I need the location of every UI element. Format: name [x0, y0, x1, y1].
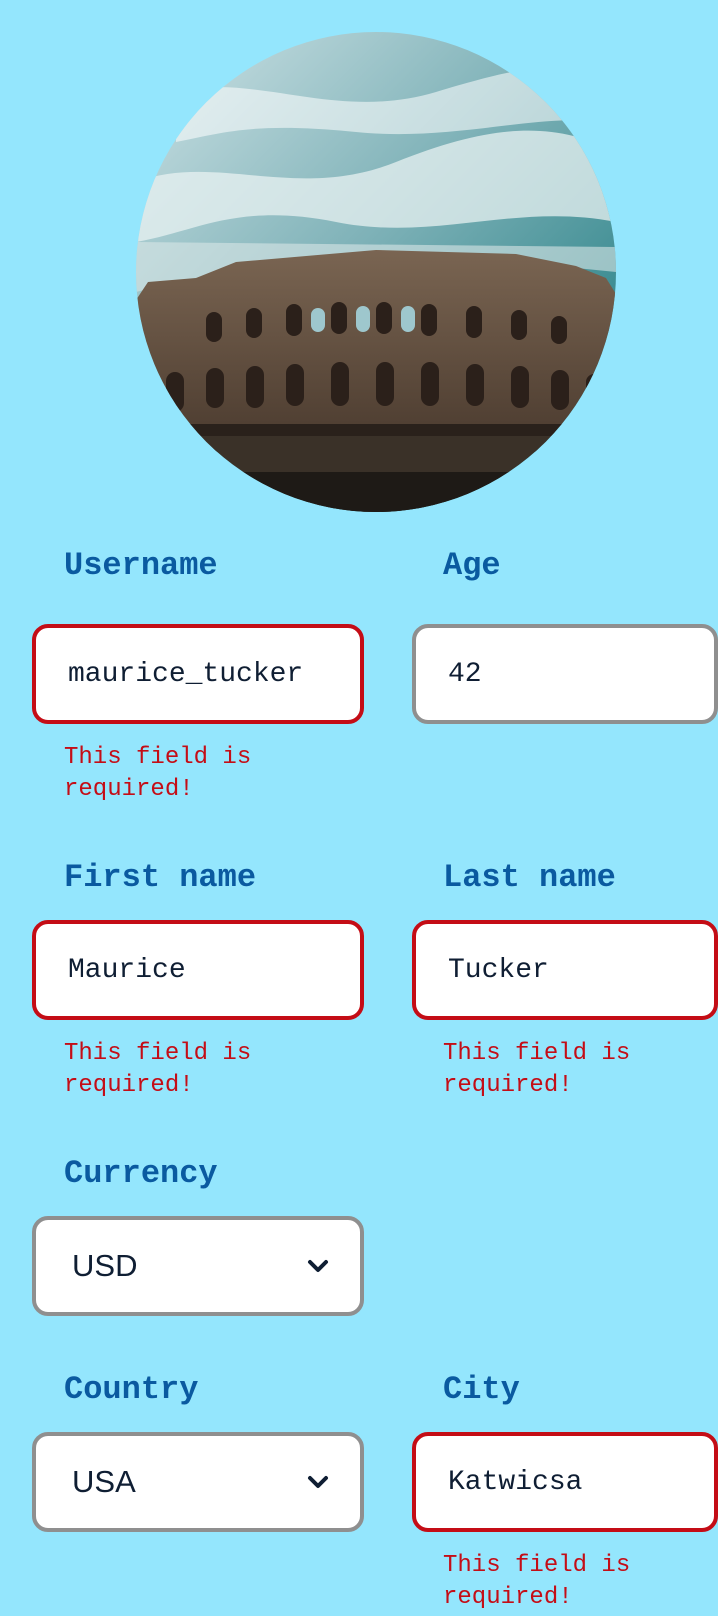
- username-input[interactable]: maurice_tucker: [32, 624, 364, 724]
- first-name-value: Maurice: [68, 954, 186, 986]
- country-value: USA: [72, 1464, 136, 1499]
- city-error: This field is required!: [443, 1552, 631, 1611]
- country-select[interactable]: USA: [32, 1432, 364, 1532]
- country-label: Country: [64, 1371, 199, 1408]
- first-name-error: This field is required!: [64, 1040, 252, 1099]
- last-name-label: Last name: [443, 859, 616, 896]
- avatar: [136, 32, 616, 512]
- currency-select[interactable]: USD: [32, 1216, 364, 1316]
- first-name-label: First name: [64, 859, 257, 896]
- colosseum-photo: [136, 32, 616, 512]
- age-input[interactable]: 42: [412, 624, 718, 724]
- first-name-input[interactable]: Maurice: [32, 920, 364, 1020]
- city-value: Katwicsa: [448, 1466, 583, 1498]
- username-value: maurice_tucker: [68, 658, 304, 690]
- last-name-value: Tucker: [448, 954, 549, 986]
- last-name-error: This field is required!: [443, 1040, 631, 1099]
- age-label: Age: [443, 547, 501, 584]
- city-label: City: [443, 1371, 520, 1408]
- last-name-input[interactable]: Tucker: [412, 920, 718, 1020]
- currency-value: USD: [72, 1248, 138, 1283]
- age-value: 42: [448, 658, 482, 690]
- username-error: This field is required!: [64, 744, 252, 803]
- chevron-down-icon: [306, 1254, 330, 1278]
- city-input[interactable]: Katwicsa: [412, 1432, 718, 1532]
- username-label: Username: [64, 547, 218, 584]
- currency-label: Currency: [64, 1155, 218, 1192]
- chevron-down-icon: [306, 1470, 330, 1494]
